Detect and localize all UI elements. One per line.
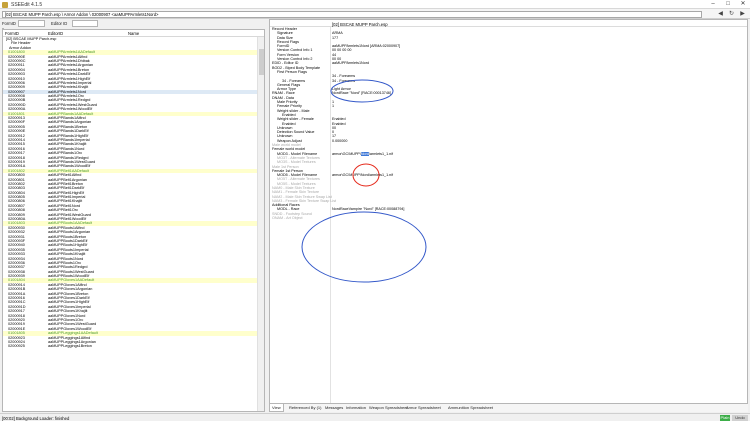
tab-3[interactable]: Information [344, 404, 368, 412]
back-icon[interactable]: ◀ [716, 10, 725, 18]
tab-2[interactable]: Messages [323, 404, 345, 412]
tab-6[interactable]: Ammunition Spreadsheet [446, 404, 495, 412]
filter-bar: FormID Editor ID [0, 19, 268, 35]
record-fields: Record Header Signature ARMA Data Size 177 Re… [270, 27, 747, 220]
plugin-column-header: [02] BSCAE MUPP Parch.esp [332, 21, 388, 27]
tree-row[interactable]: 02000925 aaMUPPLeggings1Breton [3, 344, 257, 348]
status-bar: [00:02] Background Loader: finished Plai… [0, 413, 750, 421]
path-bar: [02] BSCAE MUPP Parch.esp \ Armor Addon … [0, 9, 750, 19]
record-tree[interactable]: FormID EditorID Name [02] BSCAE MUPP Par… [2, 29, 265, 412]
status-green-badge[interactable]: Plain [720, 415, 730, 421]
record-view[interactable]: [02] BSCAE MUPP Parch.esp Record Header S… [269, 19, 748, 404]
tree-scrollbar[interactable] [257, 37, 264, 411]
record-view-header: [02] BSCAE MUPP Parch.esp [270, 20, 747, 27]
editorid-filter-input[interactable] [72, 20, 98, 27]
scroll-thumb[interactable] [259, 49, 264, 75]
tab-5[interactable]: Armor Spreadsheet [404, 404, 443, 412]
app-icon [2, 1, 8, 8]
refresh-icon[interactable]: ↻ [727, 10, 736, 18]
field-label: ONAM - Art Object [272, 216, 303, 221]
annotation-blue-circle-additional-races [301, 211, 427, 283]
row-editorid: aaMUPPLeggings1Breton [48, 344, 92, 349]
close-icon[interactable]: ✕ [736, 1, 750, 8]
forward-icon[interactable]: ▶ [738, 10, 747, 18]
path-input[interactable]: [02] BSCAE MUPP Parch.esp \ Armor Addon … [2, 10, 702, 18]
record-field[interactable]: ONAM - Art Object [270, 216, 747, 220]
col-formid[interactable]: FormID [5, 31, 19, 36]
tree-header: FormID EditorID Name [3, 30, 264, 37]
col-name[interactable]: Name [128, 31, 139, 36]
tab-0[interactable]: View [269, 404, 284, 412]
view-tabs: View Referenced By (1) Messages Information… [269, 404, 748, 412]
status-gray-badge[interactable]: Undo [732, 415, 748, 421]
title-bar: SSEEdit 4.1.5 – □ ✕ [0, 0, 750, 9]
minimize-icon[interactable]: – [706, 1, 720, 8]
formid-filter-label: FormID [2, 21, 16, 26]
window-title: SSEEdit 4.1.5 [11, 2, 43, 8]
row-formid: 02000925 [8, 344, 25, 349]
maximize-icon[interactable]: □ [721, 1, 735, 8]
editorid-filter-label: Editor ID [51, 21, 68, 26]
col-editorid[interactable]: EditorID [48, 31, 63, 36]
tree-rows: [02] BSCAE MUPP Parch.esp File Header Ar… [3, 37, 257, 349]
formid-filter-input[interactable] [18, 20, 45, 27]
status-message: [00:02] Background Loader: finished [2, 415, 70, 421]
tab-1[interactable]: Referenced By (1) [287, 404, 323, 412]
